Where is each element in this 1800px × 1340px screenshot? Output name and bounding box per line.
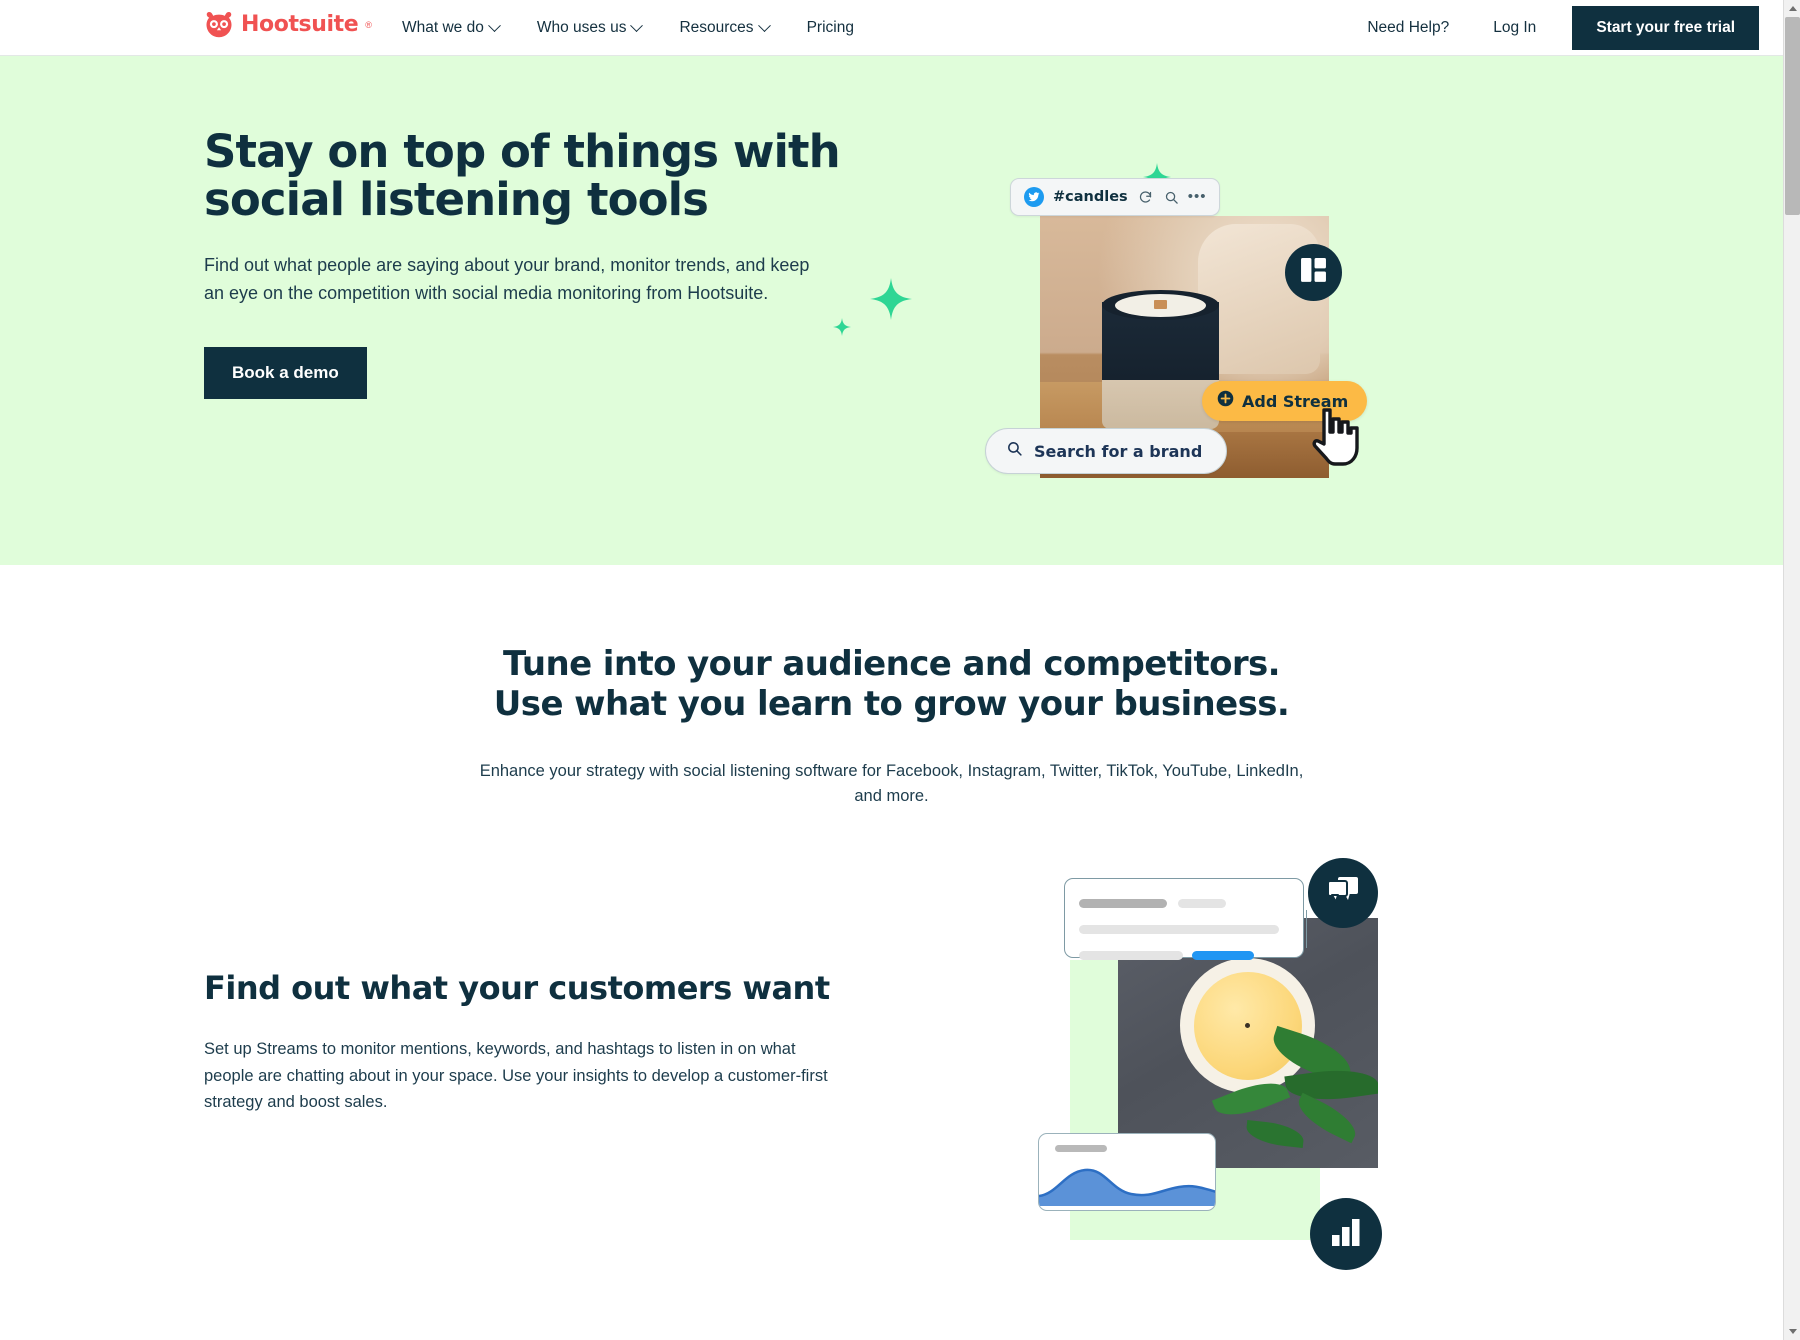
nav-item-pricing[interactable]: Pricing [788, 0, 873, 56]
feature-section-customers: Find out what your customers want Set up… [0, 840, 1783, 1340]
scroll-thumb[interactable] [1785, 17, 1800, 215]
nav-label: What we do [402, 19, 484, 36]
feature-copy: Find out what your customers want Set up… [204, 970, 844, 1116]
chevron-down-icon [487, 18, 501, 32]
hero-section: Stay on top of things with social listen… [0, 56, 1783, 565]
placeholder-row [1079, 921, 1289, 939]
search-for-a-brand-button[interactable]: Search for a brand [985, 428, 1228, 474]
highlight-bar [1192, 951, 1255, 961]
chat-bubbles-badge [1308, 858, 1378, 928]
hero-subtitle: Find out what people are saying about yo… [204, 255, 810, 304]
placeholder-bar [1079, 951, 1183, 961]
bar-chart-badge [1310, 1198, 1382, 1270]
nav-item-resources[interactable]: Resources [660, 0, 787, 56]
dashboard-grid-badge [1285, 244, 1342, 301]
primary-navigation: What we do Who uses us Resources Pricing [383, 0, 873, 56]
placeholder-row [1079, 947, 1289, 965]
chat-bubbles-icon [1325, 874, 1361, 913]
sparkle-icon [833, 318, 851, 336]
chart-title-placeholder [1055, 1145, 1107, 1152]
page-viewport: Hootsuite ® What we do Who uses us Resou… [0, 0, 1783, 1340]
hero-title: Stay on top of things with social listen… [204, 125, 841, 227]
area-chart-card [1038, 1133, 1216, 1211]
search-icon[interactable] [1163, 189, 1180, 206]
scroll-down-arrow-icon[interactable] [1784, 1323, 1800, 1340]
mid-title-line-1: Tune into your audience and competitors. [503, 644, 1281, 684]
nav-item-who-uses-us[interactable]: Who uses us [518, 0, 661, 56]
feature-title: Find out what your customers want [204, 969, 830, 1007]
pointer-hand-cursor-icon [1310, 406, 1362, 468]
hootsuite-logo[interactable]: Hootsuite ® [204, 11, 372, 39]
stream-chip-label: #candles [1053, 189, 1128, 205]
placeholder-bar [1079, 925, 1279, 935]
nav-label: Pricing [806, 19, 854, 36]
nav-item-what-we-do[interactable]: What we do [383, 0, 518, 56]
browser-page: Hootsuite ® What we do Who uses us Resou… [0, 0, 1800, 1340]
mid-section-title: Tune into your audience and competitors.… [0, 644, 1783, 725]
book-a-demo-button[interactable]: Book a demo [204, 347, 367, 400]
placeholder-bar [1079, 899, 1167, 909]
mid-intro-section: Tune into your audience and competitors.… [0, 565, 1783, 810]
site-header: Hootsuite ® What we do Who uses us Resou… [0, 0, 1783, 56]
mid-title-line-2: Use what you learn to grow your business… [493, 683, 1290, 724]
connector-line [1306, 910, 1307, 948]
stream-chip-candles[interactable]: #candles ••• [1010, 178, 1220, 216]
dashboard-grid-icon [1300, 257, 1327, 289]
feature-body: Set up Streams to monitor mentions, keyw… [204, 1040, 828, 1112]
nav-label: Resources [679, 19, 754, 36]
log-in-link[interactable]: Log In [1471, 19, 1558, 37]
hero-copy: Stay on top of things with social listen… [204, 125, 864, 400]
page-scrollbar[interactable] [1783, 0, 1800, 1340]
placeholder-row [1079, 895, 1289, 913]
start-free-trial-button[interactable]: Start your free trial [1572, 6, 1759, 50]
mid-section-subtitle: Enhance your strategy with social listen… [479, 761, 1304, 806]
search-brand-label: Search for a brand [1034, 441, 1203, 461]
chevron-down-icon [630, 18, 644, 32]
more-options-icon[interactable]: ••• [1188, 189, 1206, 206]
owl-logo-icon [204, 11, 234, 39]
header-actions: Need Help? Log In Start your free trial [1345, 0, 1759, 56]
post-placeholder-card [1064, 878, 1304, 961]
hero-illustration: #candles ••• Add Stream Search for a bra… [833, 163, 1425, 526]
sparkle-icon [870, 278, 912, 320]
nav-label: Who uses us [536, 19, 627, 36]
chevron-down-icon [757, 18, 771, 32]
need-help-link[interactable]: Need Help? [1345, 19, 1471, 37]
refresh-icon[interactable] [1137, 189, 1154, 206]
search-icon [1006, 440, 1023, 462]
twitter-icon [1024, 187, 1044, 207]
plus-circle-icon [1217, 390, 1234, 412]
logo-wordmark: Hootsuite [241, 12, 359, 37]
area-chart-icon [1039, 1168, 1215, 1206]
feature-illustration [1038, 850, 1460, 1330]
placeholder-bar [1178, 899, 1227, 909]
logo-trademark: ® [365, 20, 372, 30]
scroll-up-arrow-icon[interactable] [1784, 0, 1800, 17]
bar-chart-icon [1330, 1216, 1362, 1253]
